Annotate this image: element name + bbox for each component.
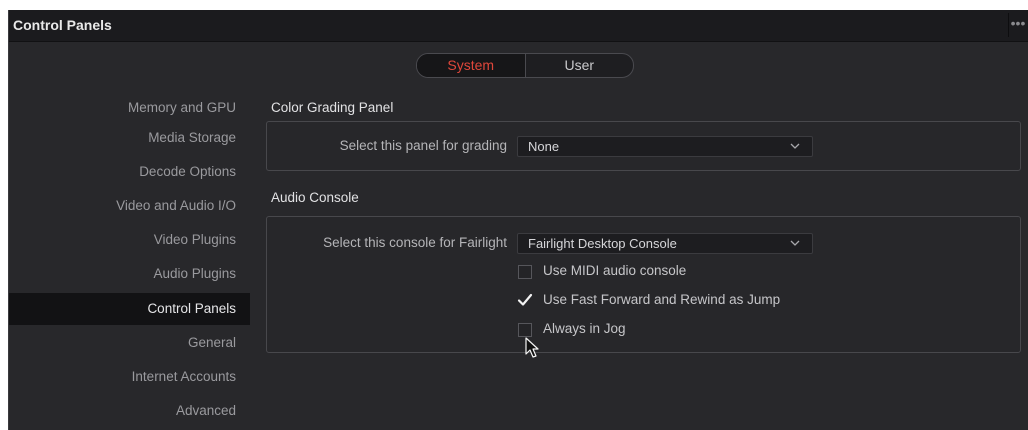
color-grading-panel: Select this panel for grading None: [266, 121, 1021, 171]
always-in-jog-label: Always in Jog: [543, 321, 626, 336]
sidebar-item-decode-options[interactable]: Decode Options: [9, 156, 250, 188]
grading-panel-label: Select this panel for grading: [339, 138, 507, 153]
tab-system[interactable]: System: [417, 54, 526, 77]
grading-panel-value: None: [528, 139, 560, 154]
fairlight-console-label: Select this console for Fairlight: [323, 235, 507, 250]
midi-console-checkbox[interactable]: [518, 265, 532, 279]
midi-console-label: Use MIDI audio console: [543, 263, 687, 278]
fast-forward-jump-label: Use Fast Forward and Rewind as Jump: [543, 292, 781, 307]
sidebar-item-audio-plugins[interactable]: Audio Plugins: [9, 258, 250, 290]
sidebar-item-memory-and-gpu[interactable]: Memory and GPU: [9, 92, 250, 124]
always-in-jog-checkbox[interactable]: [518, 323, 532, 337]
grading-panel-dropdown[interactable]: None: [517, 136, 813, 157]
chevron-down-icon: [790, 143, 800, 149]
fairlight-console-value: Fairlight Desktop Console: [528, 236, 677, 251]
checkmark-icon: [517, 293, 533, 306]
sidebar-item-internet-accounts[interactable]: Internet Accounts: [9, 361, 250, 393]
sidebar-item-advanced[interactable]: Advanced: [9, 395, 250, 427]
sidebar-item-media-storage[interactable]: Media Storage: [9, 122, 250, 154]
sidebar-item-video-plugins[interactable]: Video Plugins: [9, 224, 250, 256]
system-user-toggle: System User: [416, 53, 634, 78]
fairlight-console-dropdown[interactable]: Fairlight Desktop Console: [517, 233, 813, 254]
control-panels-window: Control Panels ••• System User Memory an…: [8, 10, 1028, 430]
audio-console-section-title: Audio Console: [271, 190, 359, 205]
fast-forward-jump-checkbox[interactable]: [517, 293, 533, 308]
audio-console-panel: Select this console for Fairlight Fairli…: [266, 216, 1021, 353]
sidebar-item-general[interactable]: General: [9, 327, 250, 359]
more-options-icon[interactable]: •••: [1008, 13, 1027, 37]
sidebar-item-control-panels[interactable]: Control Panels: [9, 293, 250, 325]
mouse-pointer-icon: [525, 337, 539, 358]
window-title: Control Panels: [13, 17, 112, 33]
color-grading-section-title: Color Grading Panel: [271, 100, 394, 115]
sidebar-item-video-and-audio-io[interactable]: Video and Audio I/O: [9, 190, 250, 222]
title-bar: Control Panels •••: [9, 10, 1028, 42]
chevron-down-icon: [790, 240, 800, 246]
tab-user[interactable]: User: [526, 54, 634, 77]
